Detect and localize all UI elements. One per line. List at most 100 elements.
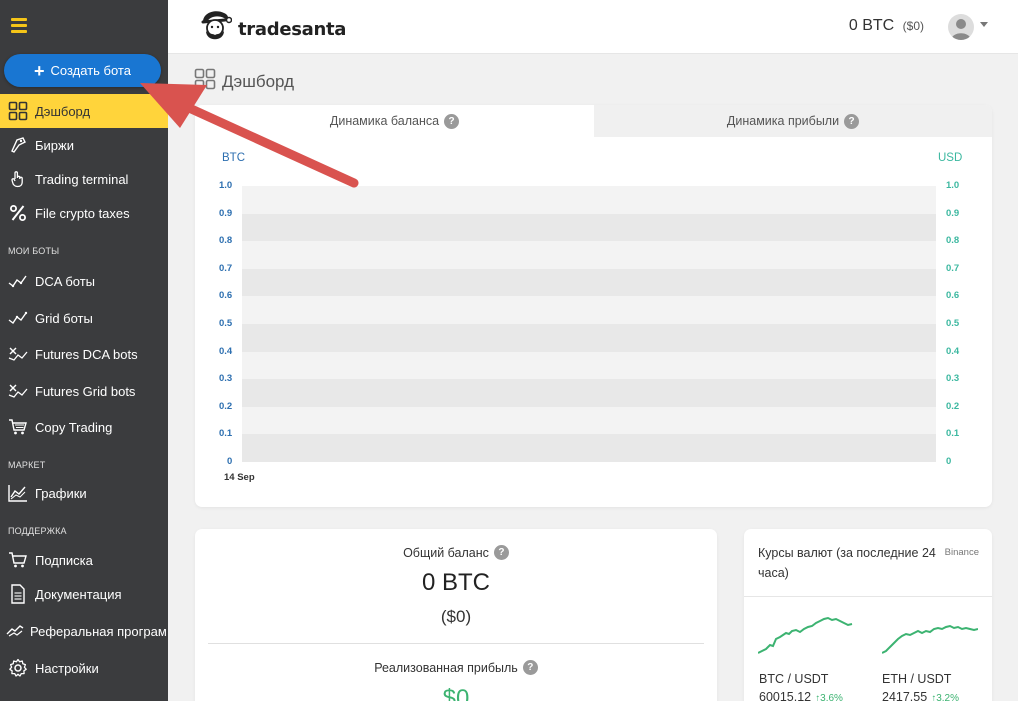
- rate-pair-btc: BTC / USDT: [759, 672, 829, 686]
- y-tick-right: 0.9: [946, 207, 960, 219]
- y-tick-right: 0.7: [946, 262, 960, 274]
- sidebar-item-subscription[interactable]: Подписка: [0, 543, 168, 577]
- y-tick-left: 0.8: [219, 235, 233, 247]
- eth-sparkline: [882, 624, 978, 654]
- grid-chart-icon: [8, 308, 28, 328]
- help-icon[interactable]: ?: [522, 660, 538, 675]
- sidebar-item-label: DCA боты: [35, 273, 96, 289]
- cart-icon: [8, 417, 28, 437]
- sidebar-item-label: Подписка: [35, 552, 93, 568]
- sidebar-item-label: Copy Trading: [35, 419, 113, 435]
- sidebar-item-copy-trading[interactable]: Copy Trading: [0, 410, 168, 444]
- grid-band: [242, 324, 936, 352]
- header-balance: 0 BTC ($0): [849, 17, 924, 35]
- grid-band: [242, 213, 936, 242]
- rates-source: Binance: [944, 547, 979, 558]
- grid-band: [242, 241, 936, 269]
- rate-price-btc: 60015.12 ↑3.6%: [759, 690, 843, 701]
- help-icon[interactable]: ?: [444, 113, 460, 129]
- tab-balance-dynamics[interactable]: Динамика баланса ?: [195, 105, 594, 137]
- y-tick-right: 0.6: [946, 290, 960, 302]
- sidebar-item-dca-bots[interactable]: DCA боты: [0, 264, 168, 298]
- sidebar-item-dashboard[interactable]: Дэшборд: [0, 94, 168, 128]
- sidebar-item-label: Документация: [35, 586, 122, 602]
- total-balance-card: Общий баланс ? 0 BTC ($0) Реализованная …: [195, 529, 717, 701]
- rate-change: 3.2%: [936, 693, 959, 701]
- grid-band: [242, 379, 936, 407]
- santa-logo-icon: [198, 9, 233, 50]
- sidebar-item-charts[interactable]: Графики: [0, 476, 168, 510]
- header-balance-btc: 0 BTC: [848, 17, 895, 34]
- futures-dca-icon: [8, 344, 28, 364]
- total-balance-label-row: Общий баланс ?: [195, 545, 717, 560]
- top-header: tradesanta 0 BTC ($0): [168, 0, 1018, 54]
- chevron-down-icon[interactable]: [980, 22, 988, 27]
- sidebar-item-file-crypto-taxes[interactable]: File crypto taxes: [0, 196, 168, 230]
- rate-price-eth: 2417.55 ↑3.2%: [882, 690, 959, 701]
- grid-band: [242, 268, 936, 297]
- sidebar-item-label: Биржи: [35, 137, 74, 153]
- document-icon: [8, 584, 28, 604]
- grid-band: [242, 406, 936, 435]
- balance-chart-card: Динамика баланса ? Динамика прибыли ? BT…: [195, 105, 992, 507]
- rate-change: 3.6%: [820, 693, 843, 701]
- create-bot-label: Создать бота: [50, 63, 131, 78]
- page-title-text: Дэшборд: [222, 71, 295, 91]
- sidebar-item-futures-dca-bots[interactable]: Futures DCA bots: [0, 337, 168, 371]
- y-tick-left: 0.7: [219, 262, 233, 274]
- futures-grid-icon: [8, 381, 28, 401]
- sidebar-item-label: Дэшборд: [35, 103, 91, 119]
- realized-profit-value: $0: [442, 685, 470, 701]
- rate-price-value: 60015.12: [759, 690, 812, 701]
- rate-change-up-icon: ↑3.6%: [815, 693, 843, 701]
- y-tick-left: 1.0: [219, 180, 233, 191]
- sidebar-item-label: Grid боты: [35, 310, 93, 326]
- divider: [208, 643, 704, 644]
- logo-text: tradesanta: [238, 19, 347, 40]
- plus-icon: +: [34, 60, 45, 81]
- gear-icon: [8, 658, 28, 678]
- subscription-cart-icon: [8, 550, 28, 570]
- sidebar-item-label: Futures Grid bots: [35, 383, 136, 399]
- realized-profit-label-row: Реализованная прибыль ?: [195, 660, 717, 675]
- tab-profit-dynamics[interactable]: Динамика прибыли ?: [594, 105, 992, 137]
- total-balance-value: 0 BTC: [421, 569, 490, 596]
- y-tick-right: 1.0: [946, 180, 960, 191]
- section-label-support: ПОДДЕРЖКА: [8, 526, 67, 536]
- btc-sparkline: [758, 616, 853, 654]
- dca-chart-icon: [8, 271, 28, 291]
- sidebar-item-label: Графики: [35, 485, 87, 501]
- sidebar-item-referral[interactable]: Реферальная програм: [0, 614, 168, 648]
- grid-band: [242, 351, 936, 380]
- sidebar-item-documentation[interactable]: Документация: [0, 577, 168, 611]
- y-tick-left: 0.4: [219, 345, 233, 357]
- sidebar-item-label: Futures DCA bots: [35, 346, 138, 362]
- right-axis-unit: USD: [938, 152, 963, 164]
- hand-pointer-icon: [8, 169, 28, 189]
- sidebar-item-futures-grid-bots[interactable]: Futures Grid bots: [0, 374, 168, 408]
- sidebar-item-label: Реферальная програм: [30, 623, 167, 639]
- sidebar-item-exchanges[interactable]: Биржи: [0, 128, 168, 162]
- sidebar-item-settings[interactable]: Настройки: [0, 651, 168, 685]
- percent-icon: [8, 203, 28, 223]
- help-icon[interactable]: ?: [844, 113, 860, 129]
- logo[interactable]: tradesanta: [198, 9, 346, 50]
- create-bot-button[interactable]: + Создать бота: [4, 54, 161, 87]
- y-tick-left: 0.9: [219, 207, 233, 219]
- y-tick-right: 0.2: [946, 400, 960, 412]
- x-tick-label: 14 Sep: [224, 472, 255, 483]
- y-tick-right: 0.3: [946, 373, 960, 385]
- rate-change-up-icon: ↑3.2%: [931, 693, 959, 701]
- sidebar-item-grid-bots[interactable]: Grid боты: [0, 301, 168, 335]
- help-icon[interactable]: ?: [493, 545, 509, 560]
- y-tick-left: 0: [227, 456, 233, 467]
- avatar[interactable]: [948, 14, 974, 40]
- section-label-market: МАРКЕТ: [8, 460, 46, 470]
- y-tick-left: 0.3: [219, 373, 233, 385]
- hamburger-menu-icon[interactable]: [11, 18, 27, 33]
- sidebar-item-trading-terminal[interactable]: Trading terminal: [0, 162, 168, 196]
- tab-label: Динамика баланса: [329, 114, 440, 128]
- y-tick-right: 0.4: [946, 345, 960, 357]
- realized-profit-label: Реализованная прибыль: [374, 660, 518, 675]
- grid-band: [242, 296, 936, 324]
